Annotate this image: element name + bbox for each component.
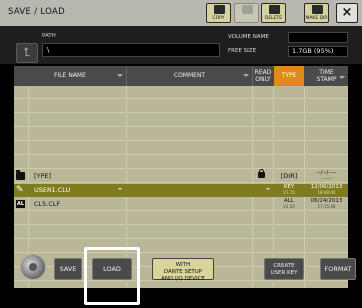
- file-name-cell: [YPE]: [34, 172, 52, 180]
- time-stamp-column-header[interactable]: TIME STAMP: [305, 66, 348, 86]
- comment-cell: [130, 184, 248, 196]
- file-row[interactable]: AL CL5.CLF ALL V1.50 06/24/2013 17:15:48: [14, 198, 348, 211]
- type-cell: [DIR]: [280, 172, 298, 180]
- file-list-header: FILE NAME COMMENT READ ONLY TYPE TIME ST…: [14, 66, 348, 86]
- type-cell: [274, 156, 304, 168]
- file-row[interactable]: ✎ USER1.CLU KEY V1.70 12/06/2013 18:08:44: [14, 184, 348, 197]
- type-cell: [274, 114, 304, 126]
- lock-icon: [258, 169, 265, 178]
- file-name-cell: [34, 114, 124, 126]
- file-row[interactable]: [14, 212, 348, 225]
- make-dir-button[interactable]: MAKE DIR: [304, 3, 329, 23]
- sort-arrow-icon: [339, 76, 345, 79]
- type-cell: [274, 86, 304, 98]
- copy-button[interactable]: COPY: [206, 3, 231, 23]
- file-row[interactable]: [14, 226, 348, 239]
- comment-cell: [130, 142, 248, 154]
- type-cell: [274, 226, 304, 238]
- dropdown-arrow-icon: [118, 188, 122, 190]
- load-button-highlight: [84, 247, 140, 305]
- file-name-cell: CL5.CLF: [34, 200, 61, 208]
- type-cell: KEY V1.70: [283, 184, 295, 195]
- dropdown-arrow-icon: [266, 188, 270, 190]
- file-row[interactable]: [YPE] [DIR] --/--/---- --:--:--: [14, 169, 348, 183]
- file-name-cell: [34, 142, 124, 154]
- file-name-cell: [34, 86, 124, 98]
- sort-arrow-icon: [117, 74, 123, 77]
- time-stamp-cell: 12/06/2013 18:08:44: [310, 184, 343, 195]
- usb-icon: ✎: [16, 185, 24, 195]
- paste-icon: [242, 5, 253, 14]
- type-cell: [274, 100, 304, 112]
- path-field: \: [42, 43, 220, 57]
- comment-cell: [130, 100, 248, 112]
- comment-cell: [130, 86, 248, 98]
- file-row[interactable]: [14, 240, 348, 253]
- with-dante-setup-toggle[interactable]: WITH DANTE SETUP AND I/O DEVICE: [152, 258, 214, 282]
- path-label: PATH: [42, 33, 56, 39]
- file-row[interactable]: [14, 114, 348, 127]
- comment-cell: [130, 198, 248, 210]
- delete-icon: [269, 5, 280, 14]
- file-name-cell: USER1.CLU: [34, 186, 71, 194]
- time-stamp-cell: 06/24/2013 17:15:48: [310, 198, 343, 209]
- file-name-cell: [34, 212, 124, 224]
- create-user-key-button[interactable]: CREATE USER KEY: [264, 258, 304, 280]
- close-button[interactable]: ×: [336, 3, 358, 23]
- format-button[interactable]: FORMAT: [320, 258, 356, 280]
- file-row[interactable]: [14, 156, 348, 169]
- file-row[interactable]: [14, 86, 348, 99]
- file-name-cell: [34, 226, 124, 238]
- comment-cell: [130, 114, 248, 126]
- type-cell: ALL V1.50: [283, 198, 295, 209]
- folder-plus-icon: [312, 5, 323, 14]
- parent-directory-button[interactable]: ⮤: [16, 43, 38, 63]
- free-size-label: FREE SIZE: [228, 48, 257, 54]
- save-button[interactable]: SAVE: [54, 258, 82, 280]
- type-cell: [274, 128, 304, 140]
- free-size-field: 1.7GB (95%): [288, 46, 348, 57]
- type-cell: [274, 142, 304, 154]
- file-name-column-header[interactable]: FILE NAME: [14, 66, 126, 86]
- comment-cell: [130, 226, 248, 238]
- paste-button[interactable]: [234, 3, 259, 23]
- sort-arrow-icon: [243, 74, 249, 77]
- type-cell: [274, 212, 304, 224]
- time-stamp-cell: --/--/---- --:--:--: [316, 170, 337, 181]
- comment-cell: [130, 212, 248, 224]
- file-icon: AL: [16, 200, 25, 208]
- file-list: FILE NAME COMMENT READ ONLY TYPE TIME ST…: [14, 66, 348, 288]
- volume-name-label: VOLUME NAME: [228, 34, 269, 40]
- comment-cell: [130, 128, 248, 140]
- delete-button[interactable]: DELETE: [261, 3, 286, 23]
- type-column-header[interactable]: TYPE: [274, 66, 304, 86]
- type-cell: [274, 240, 304, 252]
- window-title: SAVE / LOAD: [8, 7, 65, 17]
- usb-memory-knob-icon: [20, 254, 46, 280]
- comment-cell: [130, 240, 248, 252]
- file-name-cell: [34, 128, 124, 140]
- file-row[interactable]: [14, 128, 348, 141]
- bottom-bar: [0, 288, 362, 308]
- folder-icon: [16, 170, 25, 180]
- volume-name-field: [288, 32, 348, 43]
- comment-column-header[interactable]: COMMENT: [127, 66, 252, 86]
- file-name-cell: [34, 100, 124, 112]
- file-row[interactable]: [14, 100, 348, 113]
- read-only-column-header[interactable]: READ ONLY: [253, 66, 273, 86]
- comment-cell: [130, 156, 248, 168]
- file-row[interactable]: [14, 142, 348, 155]
- comment-cell: [130, 170, 248, 182]
- file-name-cell: [34, 156, 124, 168]
- copy-icon: [214, 5, 225, 14]
